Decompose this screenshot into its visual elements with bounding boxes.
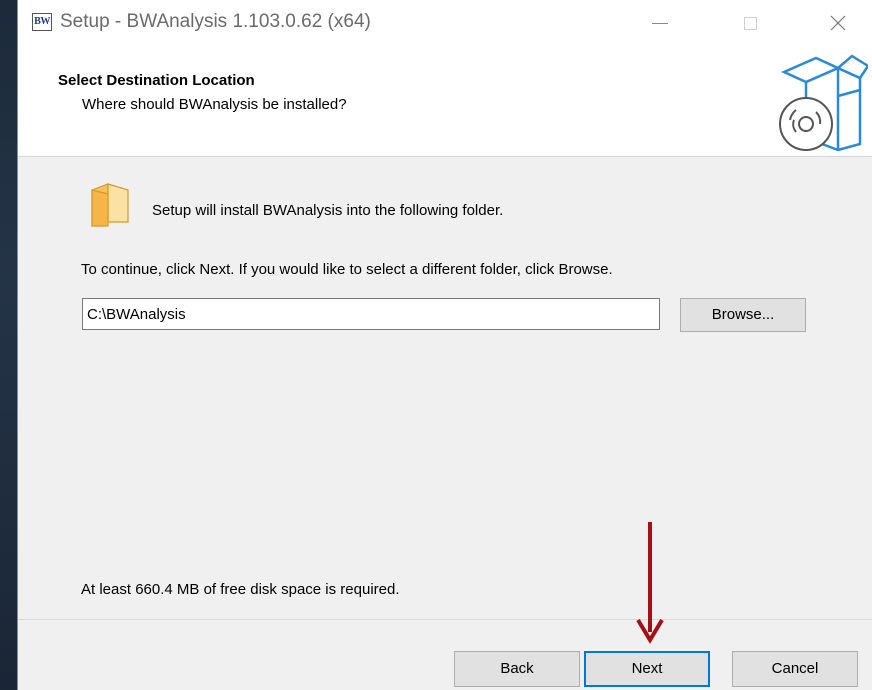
next-button[interactable]: Next <box>584 651 710 687</box>
setup-window: BW Setup - BWAnalysis 1.103.0.62 (x64) S… <box>18 0 872 690</box>
disk-space-requirement: At least 660.4 MB of free disk space is … <box>81 581 400 598</box>
window-title: Setup - BWAnalysis 1.103.0.62 (x64) <box>60 11 371 32</box>
folder-icon <box>91 183 129 227</box>
page-subtitle: Where should BWAnalysis be installed? <box>82 96 347 113</box>
desktop-background-strip <box>0 0 18 690</box>
continue-instructions: To continue, click Next. If you would li… <box>81 261 613 278</box>
maximize-icon <box>743 16 757 30</box>
page-title: Select Destination Location <box>58 72 255 89</box>
minimize-button[interactable] <box>630 0 690 46</box>
wizard-footer: Back Next Cancel <box>18 620 872 690</box>
close-button[interactable] <box>808 0 868 46</box>
annotation-arrow-icon <box>636 522 664 644</box>
maximize-button[interactable] <box>720 0 780 46</box>
install-message: Setup will install BWAnalysis into the f… <box>152 202 504 219</box>
back-button[interactable]: Back <box>454 651 580 687</box>
destination-path-input[interactable] <box>82 298 660 330</box>
cancel-button[interactable]: Cancel <box>732 651 858 687</box>
wizard-body: Setup will install BWAnalysis into the f… <box>18 157 872 619</box>
close-icon <box>830 15 846 31</box>
browse-button[interactable]: Browse... <box>680 298 806 332</box>
bw-app-icon: BW <box>32 13 52 31</box>
wizard-header: Select Destination Location Where should… <box>18 52 872 156</box>
setup-box-disc-icon <box>779 54 868 152</box>
minimize-icon <box>652 22 668 24</box>
title-bar: BW Setup - BWAnalysis 1.103.0.62 (x64) <box>18 0 872 52</box>
